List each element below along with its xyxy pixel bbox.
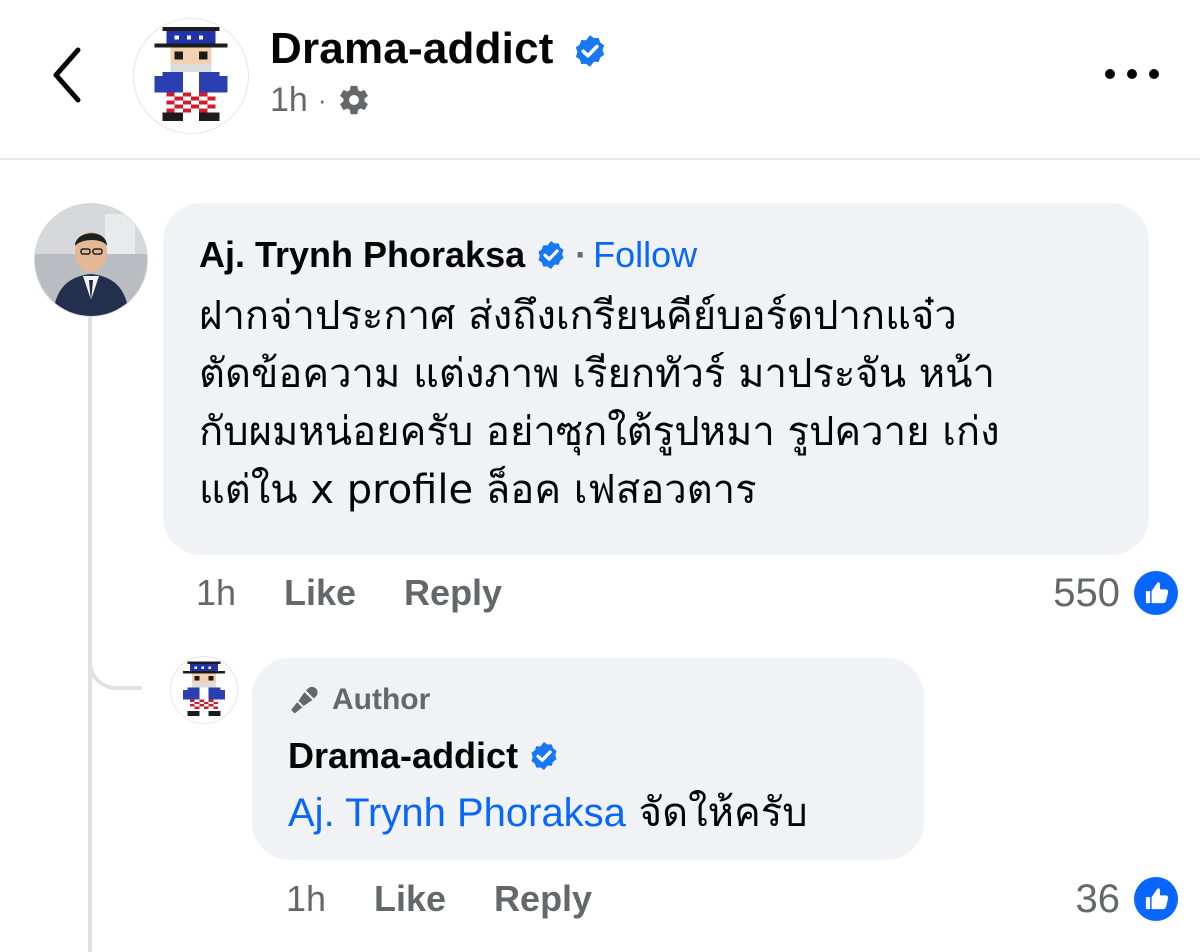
reply-connector [88, 640, 142, 690]
reply-author-name[interactable]: Drama-addict [288, 734, 518, 778]
page-name-text[interactable]: Drama-addict [270, 24, 554, 73]
profile-photo-image [35, 204, 147, 316]
reply-reaction-summary[interactable]: 36 [1075, 876, 1178, 922]
more-horizontal-icon [1105, 69, 1159, 79]
back-button[interactable] [44, 40, 94, 110]
reply-reply-button[interactable]: Reply [494, 876, 592, 922]
comment-bubble: Aj. Trynh Phoraksa · Follow ฝากจ่าประกาศ… [163, 203, 1149, 555]
thumbs-up-icon [1134, 571, 1178, 615]
reply-actions: 1h Like Reply 36 [286, 876, 1200, 922]
like-button[interactable]: Like [284, 570, 356, 616]
reply-time[interactable]: 1h [286, 876, 374, 922]
microphone-icon [291, 686, 318, 714]
follow-separator: · [575, 234, 588, 275]
comment-time[interactable]: 1h [196, 570, 284, 616]
reply-text: Aj. Trynh Phoraksa จัดให้ครับ [288, 786, 894, 840]
mention-link[interactable]: Aj. Trynh Phoraksa [288, 791, 626, 835]
reaction-count: 550 [1053, 571, 1120, 615]
reply-header: Drama-addict [288, 734, 894, 778]
comment-header: Aj. Trynh Phoraksa · Follow [199, 233, 1115, 277]
page-name[interactable]: Drama-addict [270, 22, 608, 76]
page-avatar[interactable] [133, 18, 249, 134]
author-badge-label: Author [332, 683, 431, 716]
author-badge: Author [288, 680, 894, 720]
reply-body: จัดให้ครับ [625, 790, 808, 836]
gear-icon[interactable] [337, 83, 371, 117]
verified-badge-icon [538, 241, 564, 269]
reply-like-button[interactable]: Like [374, 876, 446, 922]
more-options-button[interactable] [1100, 62, 1164, 86]
reply-bubble: Author Drama-addict Aj. Trynh Phoraksa จ… [252, 658, 924, 860]
commenter-name[interactable]: Aj. Trynh Phoraksa [199, 233, 525, 277]
reply-reaction-count: 36 [1075, 877, 1121, 921]
post-header: Drama-addict 1h · [0, 0, 1200, 160]
comment-actions: 1h Like Reply 550 [196, 570, 1200, 616]
meta-separator: · [317, 85, 327, 115]
reaction-summary[interactable]: 550 [1053, 570, 1178, 616]
post-time[interactable]: 1h [270, 78, 308, 122]
thread-line [88, 312, 92, 952]
pixel-mascot-image [182, 661, 226, 716]
chevron-left-icon [53, 47, 81, 103]
reply-author-avatar[interactable] [170, 656, 238, 724]
thumbs-up-icon [1134, 877, 1178, 921]
follow-button[interactable]: Follow [593, 233, 697, 277]
commenter-avatar[interactable] [34, 203, 148, 317]
verified-badge-icon [575, 35, 605, 68]
reply-button[interactable]: Reply [404, 570, 502, 616]
verified-badge-icon [531, 742, 557, 770]
post-meta: 1h · [270, 78, 371, 122]
comment-text: ฝากจ่าประกาศ ส่งถึงเกรียนคีย์บอร์ดปากแจ๋… [199, 293, 1000, 513]
pixel-mascot-image [150, 27, 232, 121]
